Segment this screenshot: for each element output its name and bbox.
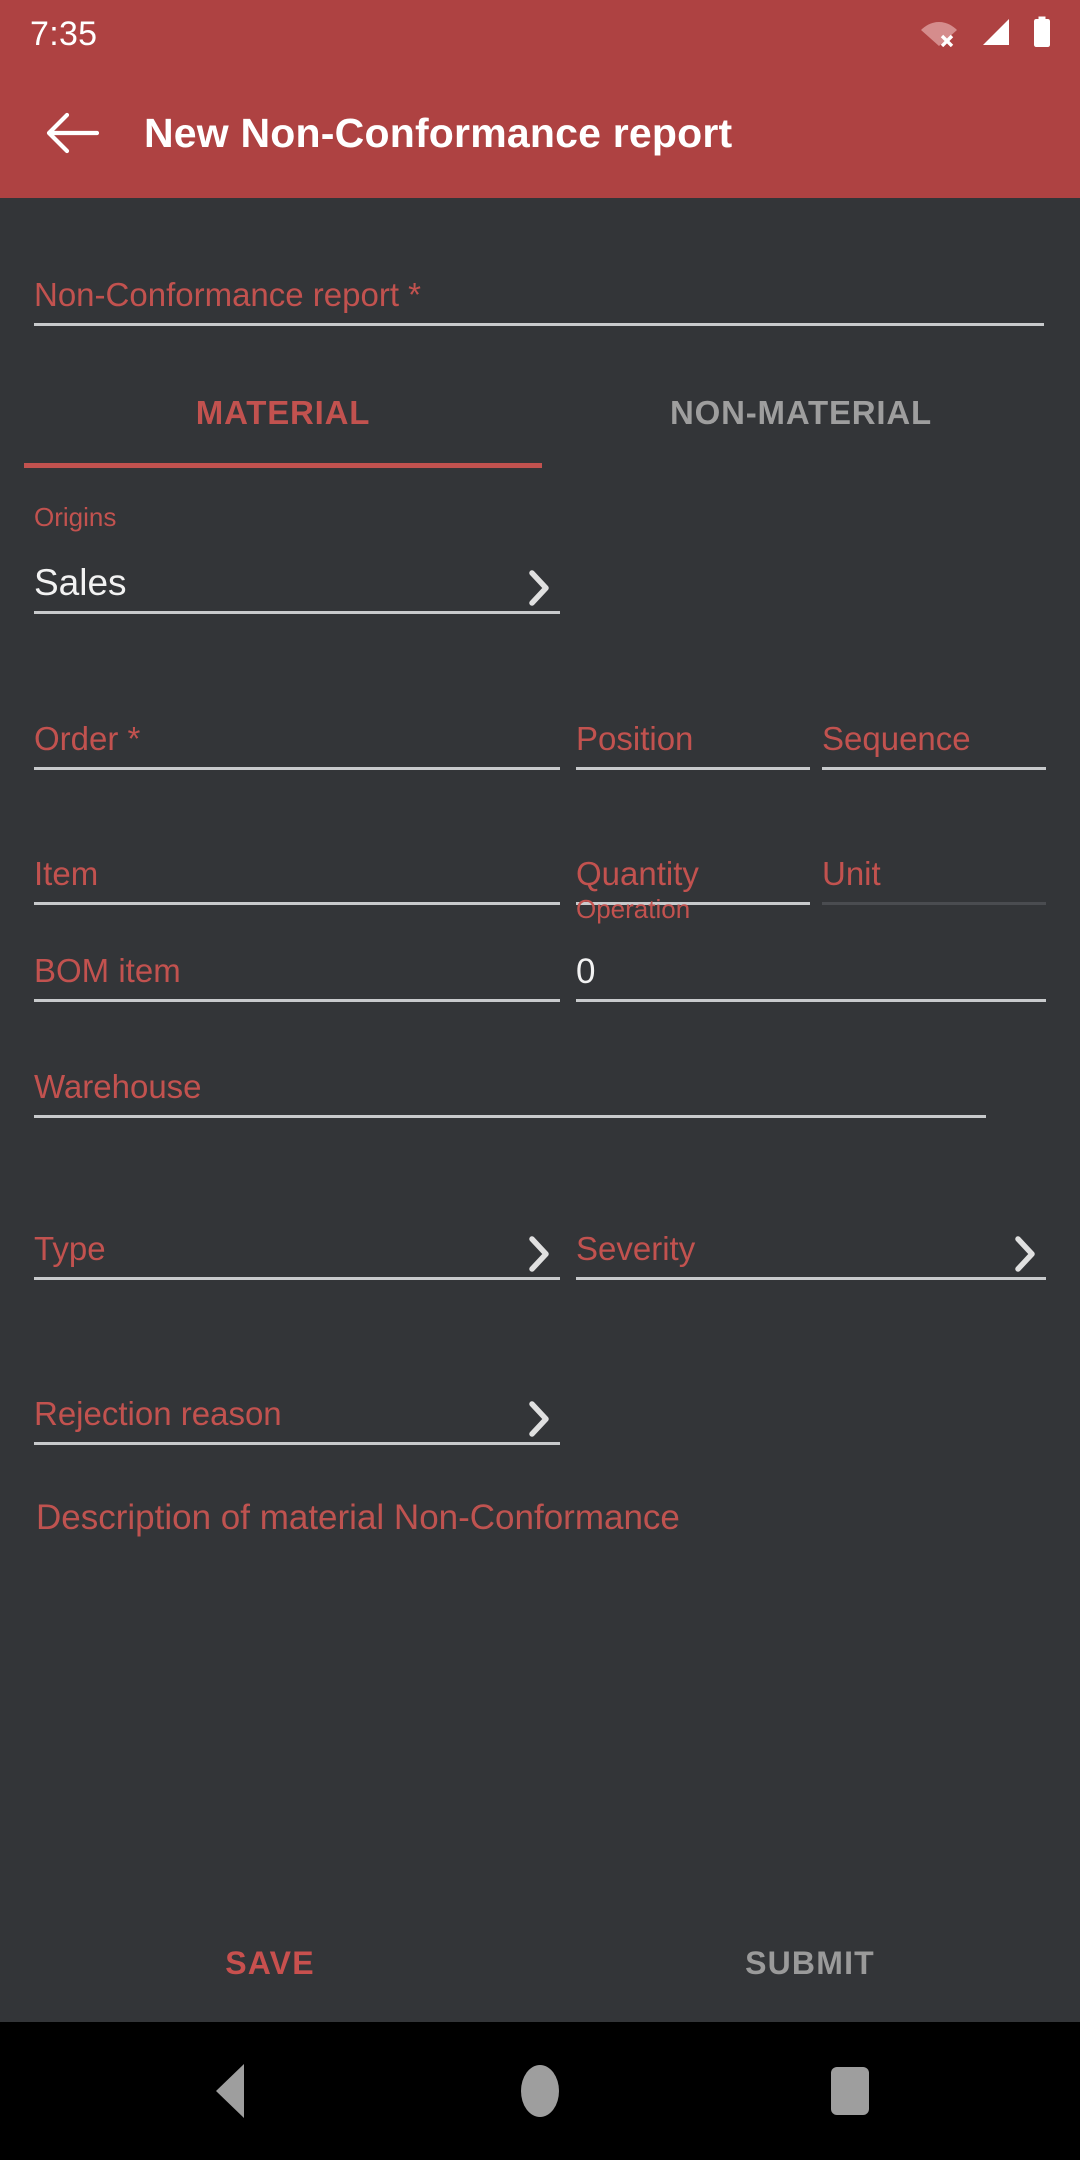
android-nav-bar (0, 2022, 1080, 2160)
status-bar: 7:35 (0, 0, 1080, 68)
field-label: Quantity (576, 855, 699, 892)
status-bar-clock: 7:35 (30, 14, 98, 53)
save-button-label: SAVE (225, 1944, 315, 1981)
field-underline (576, 1277, 1046, 1280)
field-label: BOM item (34, 952, 181, 989)
wifi-off-icon (920, 17, 958, 52)
tab-indicator (24, 463, 542, 468)
tab-bar: MATERIAL NON-MATERIAL (0, 358, 1080, 468)
field-underline (576, 767, 810, 770)
field-label: Non-Conformance report * (34, 276, 422, 313)
field-sequence[interactable]: Sequence (822, 708, 1046, 770)
field-item[interactable]: Item (34, 843, 560, 905)
status-bar-icons (920, 16, 1052, 53)
field-unit: Unit (822, 843, 1046, 905)
submit-button-label: SUBMIT (745, 1944, 875, 1981)
field-label: Unit (822, 855, 881, 892)
tab-non-material[interactable]: NON-MATERIAL (542, 358, 1060, 468)
nav-recents-button[interactable] (760, 2022, 940, 2160)
triangle-back-icon (216, 2064, 244, 2118)
battery-full-icon (1032, 16, 1052, 53)
cell-signal-icon (978, 17, 1012, 52)
circle-home-icon (521, 2065, 559, 2117)
field-label: Rejection reason (34, 1395, 282, 1432)
field-origins[interactable]: Origins Sales (34, 502, 560, 614)
field-position[interactable]: Position (576, 708, 810, 770)
field-underline (822, 902, 1046, 905)
field-rejection-reason[interactable]: Rejection reason (34, 1383, 560, 1445)
field-label: Origins (34, 502, 117, 532)
field-type[interactable]: Type (34, 1218, 560, 1280)
tab-material[interactable]: MATERIAL (24, 358, 542, 468)
square-recents-icon (831, 2067, 869, 2115)
field-non-conformance-report[interactable]: Non-Conformance report * (34, 258, 1044, 326)
nav-back-button[interactable] (140, 2022, 320, 2160)
field-label: Operation (576, 894, 691, 924)
save-button[interactable]: SAVE (0, 1904, 540, 2022)
field-bom-item[interactable]: BOM item (34, 940, 560, 1002)
field-severity[interactable]: Severity (576, 1218, 1046, 1280)
field-value: 0 (576, 952, 596, 991)
field-underline (576, 999, 1046, 1002)
field-description[interactable]: Description of material Non-Conformance (36, 1498, 1036, 1538)
field-operation[interactable]: Operation 0 (576, 894, 1046, 1002)
field-underline (34, 1277, 560, 1280)
field-underline (34, 767, 560, 770)
tab-label: NON-MATERIAL (670, 394, 932, 431)
field-label: Warehouse (34, 1068, 202, 1105)
field-underline (34, 999, 560, 1002)
field-label: Description of material Non-Conformance (36, 1498, 680, 1537)
field-label: Severity (576, 1230, 696, 1267)
field-value: Sales (34, 562, 127, 603)
chevron-right-icon[interactable] (1008, 1234, 1042, 1274)
tab-label: MATERIAL (195, 394, 371, 431)
back-button[interactable] (24, 85, 120, 181)
field-underline (34, 1442, 560, 1445)
field-label: Type (34, 1230, 106, 1267)
field-label: Order * (34, 720, 141, 757)
page-title: New Non-Conformance report (144, 109, 733, 156)
app-bar: New Non-Conformance report (0, 68, 1080, 198)
form-content: Non-Conformance report * MATERIAL NON-MA… (0, 198, 1080, 2022)
chevron-right-icon[interactable] (522, 568, 556, 608)
arrow-left-icon (46, 112, 99, 154)
field-underline (34, 1115, 986, 1118)
field-underline (34, 611, 560, 614)
chevron-right-icon[interactable] (522, 1234, 556, 1274)
field-underline (34, 902, 560, 905)
field-label: Item (34, 855, 99, 892)
field-label: Sequence (822, 720, 971, 757)
submit-button[interactable]: SUBMIT (540, 1904, 1080, 2022)
action-bar: SAVE SUBMIT (0, 1904, 1080, 2022)
phone-screen: 7:35 New Non-Conformance report Non-Conf… (0, 0, 1080, 2160)
field-label: Position (576, 720, 694, 757)
field-warehouse[interactable]: Warehouse (34, 1056, 986, 1118)
field-underline (822, 767, 1046, 770)
chevron-right-icon[interactable] (522, 1399, 556, 1439)
nav-home-button[interactable] (450, 2022, 630, 2160)
field-underline (34, 323, 1044, 326)
field-order[interactable]: Order * (34, 708, 560, 770)
